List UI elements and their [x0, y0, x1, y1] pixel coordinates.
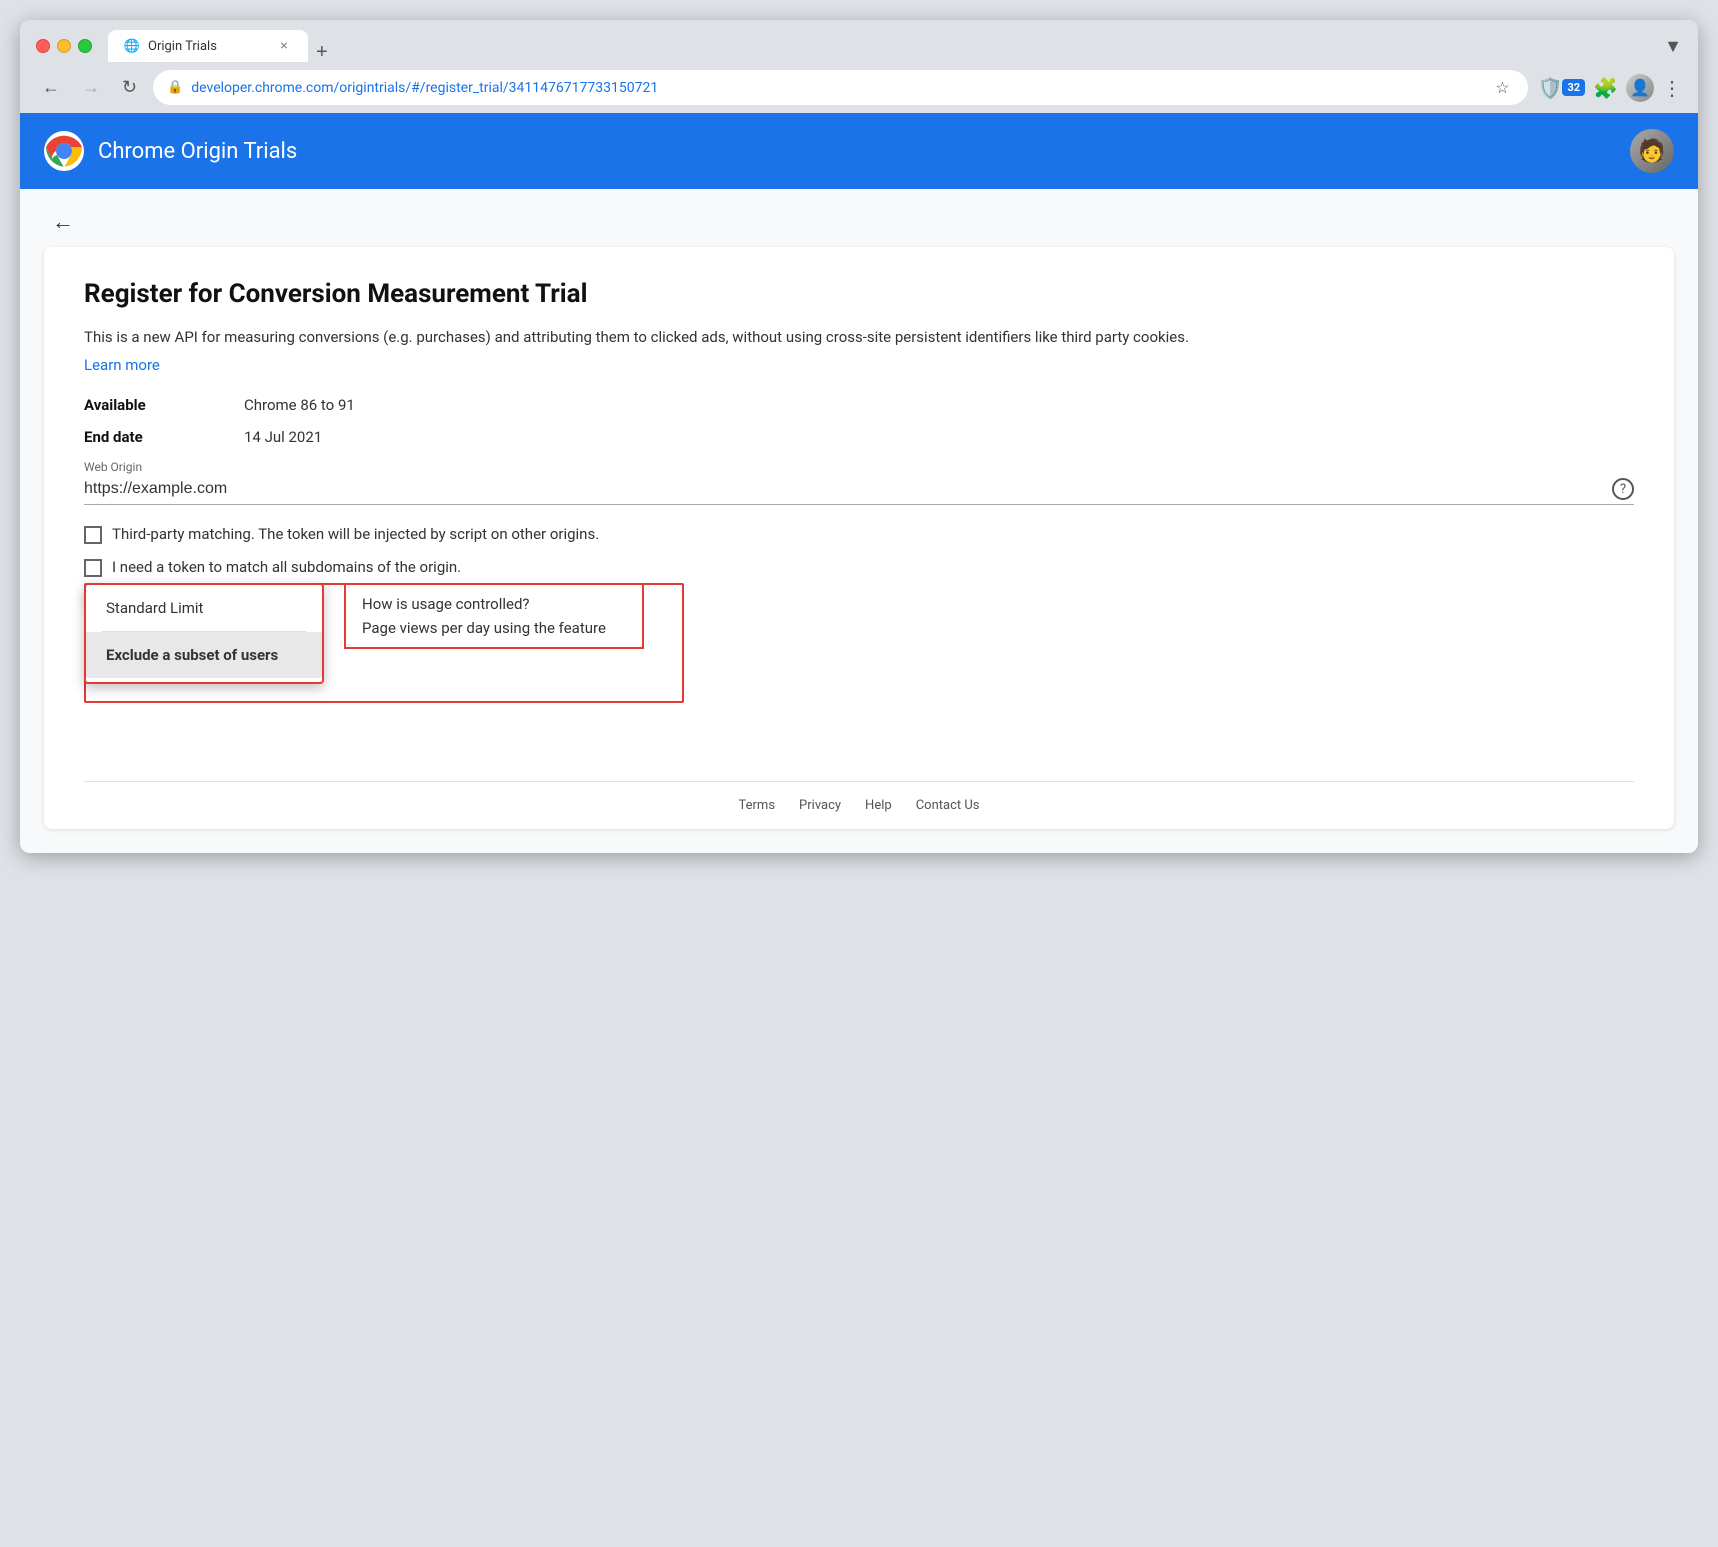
reload-button[interactable]: ↻	[116, 73, 143, 102]
card-description: This is a new API for measuring conversi…	[84, 325, 1634, 349]
end-date-row: End date 14 Jul 2021	[84, 428, 1634, 446]
usage-right-panel: How is usage controlled? Page views per …	[344, 583, 644, 649]
tab-title: Origin Trials	[148, 39, 217, 54]
close-window-button[interactable]	[36, 39, 50, 53]
third-party-label: Third-party matching. The token will be …	[112, 525, 599, 543]
contact-link[interactable]: Contact Us	[916, 798, 980, 813]
end-date-value: 14 Jul 2021	[244, 428, 322, 446]
forward-navigation-button: →	[76, 73, 106, 102]
tab-bar: 🌐 Origin Trials × +	[108, 30, 1654, 62]
bookmark-icon[interactable]: ☆	[1491, 76, 1513, 99]
how-usage-controlled-label: How is usage controlled?	[362, 595, 626, 613]
back-navigation-button[interactable]: ←	[36, 73, 66, 102]
dropdown-option-exclude[interactable]: Exclude a subset of users	[86, 632, 322, 678]
extension-puzzle-icon: 🛡️	[1538, 76, 1563, 100]
back-button[interactable]: ←	[44, 205, 82, 239]
lock-icon: 🔒	[167, 80, 183, 95]
web-origin-input-wrap: ?	[84, 478, 1634, 505]
app-title: Chrome Origin Trials	[98, 139, 297, 164]
page-views-label: Page views per day using the feature	[362, 619, 626, 637]
terms-link[interactable]: Terms	[739, 798, 776, 813]
traffic-lights	[36, 39, 92, 53]
privacy-link[interactable]: Privacy	[799, 798, 841, 813]
dropdown-option-standard[interactable]: Standard Limit	[86, 585, 322, 631]
minimize-window-button[interactable]	[57, 39, 71, 53]
footer: Terms Privacy Help Contact Us	[84, 781, 1634, 829]
tab-close-button[interactable]: ×	[276, 38, 292, 54]
app-header-left: Chrome Origin Trials	[44, 131, 297, 171]
available-row: Available Chrome 86 to 91	[84, 396, 1634, 414]
end-date-label: End date	[84, 428, 244, 446]
card-title: Register for Conversion Measurement Tria…	[84, 279, 1634, 309]
checkbox-third-party-row: Third-party matching. The token will be …	[84, 525, 1634, 544]
address-text: developer.chrome.com/origintrials/#/regi…	[191, 80, 1483, 96]
subdomain-label: I need a token to match all subdomains o…	[112, 558, 461, 576]
usage-section: Usage limit Standard Limit Exclude a sub…	[84, 593, 1634, 781]
maximize-window-button[interactable]	[78, 39, 92, 53]
help-link[interactable]: Help	[865, 798, 892, 813]
browser-menu-icon[interactable]: ▼	[1664, 36, 1682, 57]
extension-badge[interactable]: 32	[1562, 79, 1585, 96]
subdomain-checkbox[interactable]	[84, 559, 102, 577]
address-bar: ← → ↻ 🔒 developer.chrome.com/origintrial…	[20, 62, 1698, 113]
header-user-avatar[interactable]: 🧑	[1630, 129, 1674, 173]
web-origin-group: Web Origin ?	[84, 460, 1634, 505]
usage-dropdown-popup: Standard Limit Exclude a subset of users	[84, 583, 324, 684]
checkbox-subdomain-row: I need a token to match all subdomains o…	[84, 558, 1634, 577]
active-tab[interactable]: 🌐 Origin Trials ×	[108, 30, 308, 62]
web-origin-help-icon[interactable]: ?	[1612, 478, 1634, 500]
available-value: Chrome 86 to 91	[244, 396, 355, 414]
puzzle-icon[interactable]: 🧩	[1593, 76, 1618, 100]
title-bar: 🌐 Origin Trials × + ▼	[20, 20, 1698, 62]
available-label: Available	[84, 396, 244, 414]
main-card: Register for Conversion Measurement Tria…	[44, 247, 1674, 829]
learn-more-link[interactable]: Learn more	[84, 356, 160, 374]
globe-icon: 🌐	[124, 39, 140, 54]
profile-avatar[interactable]: 👤	[1626, 74, 1654, 102]
new-tab-button[interactable]: +	[308, 42, 336, 62]
web-origin-label: Web Origin	[84, 460, 1634, 474]
browser-more-menu[interactable]: ⋮	[1662, 76, 1682, 100]
app-header: Chrome Origin Trials 🧑	[20, 113, 1698, 189]
tab-favicon: 🌐	[124, 38, 140, 54]
third-party-checkbox[interactable]	[84, 526, 102, 544]
address-bar-input[interactable]: 🔒 developer.chrome.com/origintrials/#/re…	[153, 70, 1527, 105]
chrome-logo-icon	[44, 131, 84, 171]
web-origin-input[interactable]	[84, 480, 1612, 498]
page-content: ← Register for Conversion Measurement Tr…	[20, 189, 1698, 853]
extension-area: 🛡️ 32	[1538, 76, 1586, 100]
browser-window: 🌐 Origin Trials × + ▼ ← → ↻ 🔒 developer.…	[20, 20, 1698, 853]
